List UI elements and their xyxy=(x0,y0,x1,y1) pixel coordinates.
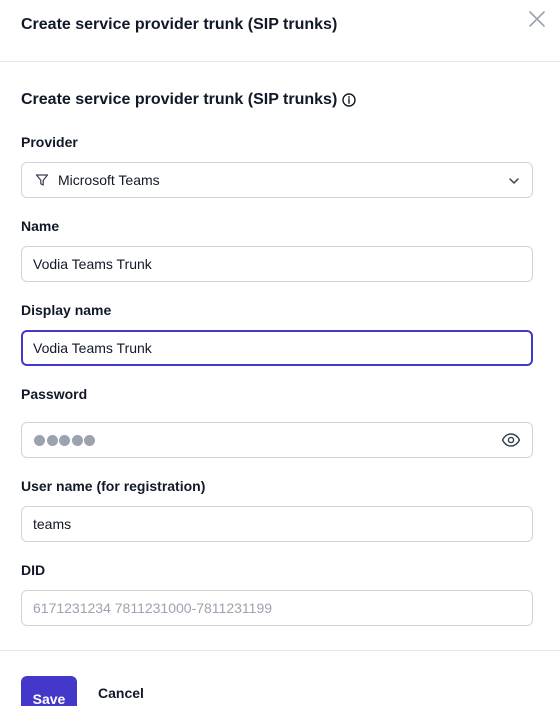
save-button[interactable]: Save xyxy=(21,676,77,706)
provider-value: Microsoft Teams xyxy=(58,172,160,188)
eye-icon[interactable] xyxy=(501,432,521,448)
password-dot xyxy=(84,434,95,446)
name-input[interactable] xyxy=(22,247,532,281)
info-icon[interactable] xyxy=(342,93,356,107)
filter-icon xyxy=(35,173,49,187)
chevron-down-icon xyxy=(507,174,521,188)
password-masked-value xyxy=(34,423,97,457)
name-field xyxy=(21,246,533,282)
provider-select[interactable]: Microsoft Teams xyxy=(21,162,533,198)
password-dot xyxy=(71,434,83,446)
footer-divider xyxy=(0,650,560,651)
dialog-header: Create service provider trunk (SIP trunk… xyxy=(0,0,560,62)
display-name-label: Display name xyxy=(21,302,112,318)
user-name-label: User name (for registration) xyxy=(21,478,206,494)
password-dot xyxy=(46,434,58,446)
password-dot xyxy=(34,434,45,446)
did-input[interactable] xyxy=(22,591,532,625)
cancel-button[interactable]: Cancel xyxy=(98,685,144,701)
user-name-field xyxy=(21,506,533,542)
password-field[interactable] xyxy=(21,422,533,458)
name-label: Name xyxy=(21,218,60,234)
section-title: Create service provider trunk (SIP trunk… xyxy=(21,90,356,110)
provider-label: Provider xyxy=(21,134,78,150)
dialog-title: Create service provider trunk (SIP trunk… xyxy=(21,16,338,33)
user-name-input[interactable] xyxy=(22,507,532,541)
did-field xyxy=(21,590,533,626)
provider-select-content: Microsoft Teams xyxy=(35,163,160,197)
display-name-field xyxy=(21,330,533,366)
password-dot xyxy=(59,434,70,446)
close-icon[interactable] xyxy=(526,8,548,30)
display-name-input[interactable] xyxy=(23,332,531,364)
section-title-text: Create service provider trunk (SIP trunk… xyxy=(21,91,338,108)
password-label: Password xyxy=(21,386,88,402)
did-label: DID xyxy=(21,562,46,578)
